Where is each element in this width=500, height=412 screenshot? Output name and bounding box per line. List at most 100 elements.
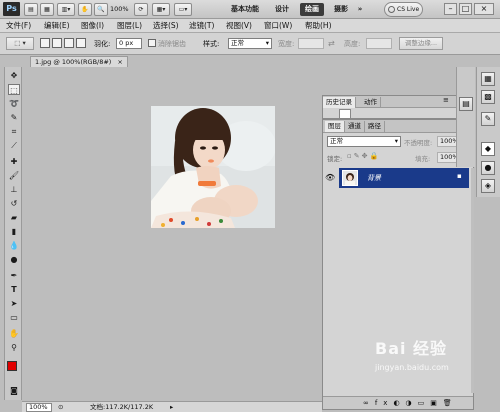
fill-label: 填充:	[415, 155, 431, 163]
menu-help[interactable]: 帮助(H)	[305, 20, 332, 32]
add-to-selection-icon[interactable]	[52, 38, 62, 48]
zoom-tool-button[interactable]: 🔍	[94, 3, 108, 16]
style-label: 样式:	[203, 40, 220, 48]
eraser-tool-icon[interactable]: ▰	[8, 212, 20, 223]
menu-file[interactable]: 文件(F)	[6, 20, 31, 32]
zoom-tool-icon[interactable]: ⚲	[8, 342, 20, 353]
chevron-down-icon: ▾	[265, 39, 269, 47]
photoshop-logo: Ps	[3, 2, 20, 16]
arrange-documents-button[interactable]: ▦▾	[152, 3, 170, 16]
document-tab-row: 1.jpg @ 100%(RGB/8#) ×	[22, 55, 462, 67]
bridge-button[interactable]: ▤	[24, 3, 38, 16]
history-brush-icon[interactable]: ↺	[8, 198, 20, 209]
quick-mask-icon[interactable]: ◙	[8, 385, 20, 396]
blur-tool-icon[interactable]: 💧	[8, 240, 20, 251]
menu-window[interactable]: 窗口(W)	[264, 20, 292, 32]
quick-select-tool-icon[interactable]: ✎	[8, 112, 20, 123]
style-select[interactable]: 正常 ▾	[228, 38, 272, 49]
rotate-view-button[interactable]: ⟳	[134, 3, 148, 16]
tool-preset-picker[interactable]: ⬚ ▾	[6, 37, 34, 50]
dodge-tool-icon[interactable]: ●	[8, 254, 20, 265]
channels-panel-icon[interactable]: ●	[481, 161, 495, 175]
cs-live-button[interactable]: CS Live	[384, 2, 424, 17]
visibility-eye-icon[interactable]: 👁	[325, 173, 335, 183]
history-snapshot-thumbnail[interactable]	[339, 109, 351, 119]
status-zoom-field[interactable]: 100%	[26, 403, 52, 412]
layer-thumbnail	[342, 170, 358, 186]
brush-panel-icon[interactable]: ✎	[481, 112, 495, 126]
document-size-text: 文档:117.2K/117.2K	[90, 403, 154, 411]
crop-tool-icon[interactable]: ⌗	[8, 126, 20, 137]
height-input[interactable]	[366, 38, 392, 49]
more-workspaces[interactable]: »	[355, 3, 365, 16]
subtract-from-selection-icon[interactable]	[64, 38, 74, 48]
baidu-jingyan-watermark: Bai 经验 jingyan.baidu.com	[375, 335, 485, 385]
menu-edit[interactable]: 编辑(E)	[44, 20, 70, 32]
tab-paths[interactable]: 路径	[365, 121, 385, 132]
document-tab[interactable]: 1.jpg @ 100%(RGB/8#) ×	[30, 56, 128, 67]
feather-input[interactable]: 0 px	[116, 38, 142, 49]
close-tab-icon[interactable]: ×	[117, 58, 122, 66]
menu-select[interactable]: 选择(S)	[153, 20, 179, 32]
layers-footer-icons[interactable]: ∞fx◐◑▭▣🗑	[323, 396, 473, 409]
color-panel-icon[interactable]: ▦	[481, 72, 495, 86]
intersect-selection-icon[interactable]	[76, 38, 86, 48]
lock-icons[interactable]: ▫✎✥🔒	[347, 152, 380, 160]
hand-tool-button[interactable]: ✋	[78, 3, 92, 16]
healing-brush-icon[interactable]: ✚	[8, 156, 20, 167]
pen-tool-icon[interactable]: ✒	[8, 270, 20, 281]
workspace-design[interactable]: 设计	[269, 3, 295, 16]
screen-mode-button[interactable]: ▭▾	[174, 3, 192, 16]
document-image[interactable]	[151, 106, 275, 228]
history-panel-icon[interactable]: ▤	[459, 97, 473, 111]
blend-mode-select[interactable]: 正常 ▾	[327, 136, 401, 147]
marquee-tool-icon[interactable]: ⬚	[8, 84, 20, 95]
watermark-brand: Bai 经验	[375, 339, 448, 358]
opacity-label: 不透明度:	[404, 139, 433, 147]
status-bar: 100% ⊙ 文档:117.2K/117.2K ▸	[22, 401, 322, 412]
new-selection-icon[interactable]	[40, 38, 50, 48]
status-menu-icon[interactable]: ▸	[170, 402, 173, 412]
foreground-color-swatch[interactable]	[7, 361, 17, 371]
maximize-button[interactable]: □	[459, 3, 472, 15]
history-panel: 历史记录 动作 ≡	[322, 95, 457, 119]
move-tool-icon[interactable]: ✥	[8, 70, 20, 81]
gradient-tool-icon[interactable]: ▮	[8, 226, 20, 237]
workspace-painting[interactable]: 绘画	[300, 3, 324, 16]
path-select-icon[interactable]: ➤	[8, 298, 20, 309]
width-input[interactable]	[298, 38, 324, 49]
brush-tool-icon[interactable]: 🖌	[8, 170, 20, 181]
swap-icon[interactable]: ⇄	[328, 39, 335, 48]
zoom-level[interactable]: 100%	[110, 4, 129, 15]
mini-bridge-button[interactable]: ▦	[40, 3, 54, 16]
menu-layer[interactable]: 图层(L)	[117, 20, 142, 32]
tab-layers[interactable]: 图层	[325, 121, 345, 132]
tab-channels[interactable]: 通道	[345, 121, 365, 132]
type-tool-icon[interactable]: T	[8, 284, 20, 295]
layer-lock-icon: ▪	[457, 172, 462, 180]
tab-actions[interactable]: 动作	[361, 97, 381, 108]
shape-tool-icon[interactable]: ▭	[8, 312, 20, 323]
workspace-essentials[interactable]: 基本功能	[226, 3, 264, 16]
swatches-panel-icon[interactable]: ▩	[481, 90, 495, 104]
menu-image[interactable]: 图像(I)	[81, 20, 104, 32]
paths-panel-icon[interactable]: ◈	[481, 179, 495, 193]
tab-history[interactable]: 历史记录	[323, 97, 356, 108]
menu-filter[interactable]: 滤镜(T)	[189, 20, 214, 32]
minimize-button[interactable]: –	[444, 3, 457, 15]
eyedropper-tool-icon[interactable]: ⟋	[8, 140, 20, 151]
layers-panel-icon[interactable]: ◆	[481, 142, 495, 156]
refine-edge-button[interactable]: 调整边缘...	[399, 37, 443, 50]
menu-view[interactable]: 视图(V)	[226, 20, 252, 32]
antialias-checkbox[interactable]	[148, 39, 156, 47]
lasso-tool-icon[interactable]: ➰	[8, 98, 20, 109]
workspace-photography[interactable]: 摄影	[330, 3, 352, 16]
panel-menu-icon[interactable]: ≡	[443, 96, 449, 104]
layer-row-background[interactable]: 背景 ▪	[339, 168, 469, 188]
clone-stamp-icon[interactable]: ⊥	[8, 184, 20, 195]
hand-tool-icon[interactable]: ✋	[8, 328, 20, 339]
close-button[interactable]: ×	[474, 3, 494, 15]
chevron-down-icon: ▾	[394, 137, 398, 145]
view-extras-button[interactable]: ▥▾	[57, 3, 75, 16]
status-info-icon[interactable]: ⊙	[58, 402, 63, 412]
